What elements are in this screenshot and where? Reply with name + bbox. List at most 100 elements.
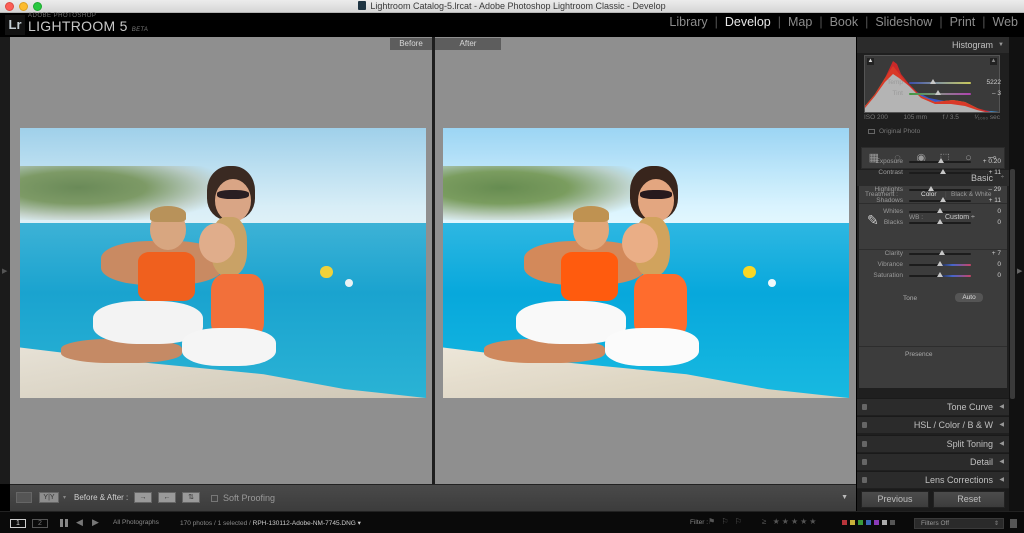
copy-before-to-after-button[interactable]: →: [134, 492, 152, 503]
color-label-swatch[interactable]: [874, 520, 879, 525]
filter-lock-icon[interactable]: [1010, 519, 1017, 528]
color-label-swatch[interactable]: [842, 520, 847, 525]
grid-view-icon[interactable]: [60, 519, 68, 527]
tint-slider-thumb[interactable]: [935, 90, 942, 95]
filters-dropdown[interactable]: Filters Off ⇕: [914, 518, 1004, 529]
original-photo-toggle[interactable]: Original Photo: [868, 128, 920, 135]
temp-value[interactable]: 5222: [977, 79, 1001, 86]
panel-split-toning[interactable]: Split Toning ◀: [857, 434, 1009, 452]
temp-slider-thumb[interactable]: [929, 79, 936, 84]
wb-eyedropper-icon[interactable]: ✎: [867, 212, 883, 228]
shadows-value[interactable]: + 11: [977, 197, 1001, 204]
right-panel-edge[interactable]: ▶: [1016, 37, 1024, 511]
module-develop[interactable]: Develop: [725, 15, 771, 29]
clarity-slider-thumb[interactable]: [938, 250, 945, 255]
expand-icon[interactable]: ◀: [999, 436, 1004, 452]
filmstrip-source[interactable]: All Photographs: [113, 519, 159, 526]
exposure-slider[interactable]: [909, 158, 971, 163]
blacks-slider[interactable]: [909, 219, 971, 224]
original-photo-checkbox[interactable]: [868, 129, 875, 134]
exposure-slider-thumb[interactable]: [938, 158, 945, 163]
panel-toggle-switch[interactable]: [862, 458, 867, 465]
selected-filename[interactable]: RPH-130112-Adobe-NM-7745.DNG ▾: [253, 520, 361, 527]
module-library[interactable]: Library: [669, 15, 707, 29]
before-after-view-button[interactable]: Y|Y: [39, 492, 59, 503]
panel-toggle-switch[interactable]: [862, 477, 867, 484]
clarity-slider[interactable]: [909, 250, 971, 255]
toolbar-menu-icon[interactable]: ▼: [841, 494, 848, 501]
previous-button[interactable]: Previous: [861, 491, 929, 508]
module-print[interactable]: Print: [950, 15, 976, 29]
expand-icon[interactable]: ◀: [999, 454, 1004, 470]
contrast-slider-thumb[interactable]: [940, 169, 947, 174]
saturation-value[interactable]: 0: [977, 272, 1001, 279]
flag-filter-icons[interactable]: ⚑ ⚐ ⚐: [708, 517, 744, 526]
left-panel-collapsed[interactable]: ▶: [0, 37, 10, 484]
color-label-swatch[interactable]: [890, 520, 895, 525]
main-window-button[interactable]: 1: [10, 519, 26, 528]
expand-left-panel-icon[interactable]: ▶: [2, 267, 7, 275]
clarity-value[interactable]: + 7: [977, 250, 1001, 257]
contrast-slider[interactable]: [909, 169, 971, 174]
collapse-icon[interactable]: ▼: [998, 37, 1004, 53]
reset-button[interactable]: Reset: [933, 491, 1005, 508]
expand-icon[interactable]: ◀: [999, 399, 1004, 415]
expand-icon[interactable]: ◀: [999, 472, 1004, 488]
blacks-value[interactable]: 0: [977, 219, 1001, 226]
right-panel-scrollbar[interactable]: [1009, 37, 1016, 511]
exposure-value[interactable]: + 0.20: [977, 158, 1001, 165]
treatment-color-option[interactable]: Color: [921, 191, 937, 198]
loupe-view-button[interactable]: [16, 492, 32, 503]
saturation-slider-thumb[interactable]: [937, 272, 943, 277]
after-photo[interactable]: [443, 128, 849, 398]
panel-hsl-color-b-w[interactable]: HSL / Color / B & W ◀: [857, 416, 1009, 434]
highlights-slider[interactable]: [909, 186, 971, 191]
module-web[interactable]: Web: [993, 15, 1018, 29]
histogram-header[interactable]: Histogram ▼: [857, 37, 1009, 53]
whites-value[interactable]: 0: [977, 208, 1001, 215]
tint-value[interactable]: – 3: [977, 90, 1001, 97]
panel-toggle-switch[interactable]: [862, 422, 867, 429]
blacks-slider-thumb[interactable]: [937, 219, 943, 224]
before-photo[interactable]: [20, 128, 426, 398]
star-rating-filter[interactable]: ≥ ★★★★★: [762, 517, 818, 526]
panel-lens-corrections[interactable]: Lens Corrections ◀: [857, 471, 1009, 489]
auto-tone-button[interactable]: Auto: [955, 293, 983, 302]
contrast-value[interactable]: + 11: [977, 169, 1001, 176]
shadows-slider-thumb[interactable]: [940, 197, 947, 202]
color-label-swatch[interactable]: [882, 520, 887, 525]
soft-proofing-checkbox[interactable]: [211, 495, 218, 502]
module-book[interactable]: Book: [830, 15, 859, 29]
color-label-swatch[interactable]: [866, 520, 871, 525]
highlights-value[interactable]: – 29: [977, 186, 1001, 193]
scrollbar-thumb[interactable]: [1010, 169, 1015, 399]
collapse-right-panel-icon[interactable]: ▶: [1017, 267, 1022, 275]
back-arrow-icon[interactable]: ◀: [76, 517, 83, 528]
tint-slider[interactable]: [909, 90, 971, 95]
vibrance-value[interactable]: 0: [977, 261, 1001, 268]
color-label-swatch[interactable]: [850, 520, 855, 525]
shadows-slider[interactable]: [909, 197, 971, 202]
panel-tone-curve[interactable]: Tone Curve ◀: [857, 398, 1009, 415]
highlights-slider-thumb[interactable]: [928, 186, 935, 191]
saturation-slider[interactable]: [909, 272, 971, 277]
filmstrip-count[interactable]: 170 photos / 1 selected / RPH-130112-Ado…: [180, 519, 361, 527]
soft-proofing-label[interactable]: Soft Proofing: [223, 493, 275, 503]
temp-slider[interactable]: [909, 79, 971, 84]
panel-detail[interactable]: Detail ◀: [857, 452, 1009, 470]
highlight-clipping-icon[interactable]: ▲: [990, 58, 997, 65]
secondary-window-button[interactable]: 2: [32, 519, 48, 528]
vibrance-slider-thumb[interactable]: [937, 261, 943, 266]
color-label-swatch[interactable]: [858, 520, 863, 525]
panel-menu-icon[interactable]: ÷: [1001, 170, 1004, 186]
swap-before-after-button[interactable]: ⇅: [182, 492, 200, 503]
view-mode-dropdown-icon[interactable]: ▾: [63, 494, 66, 501]
whites-slider[interactable]: [909, 208, 971, 213]
wb-preset-dropdown[interactable]: Custom ÷: [945, 214, 975, 221]
panel-toggle-switch[interactable]: [862, 404, 867, 410]
module-slideshow[interactable]: Slideshow: [875, 15, 932, 29]
copy-after-to-before-button[interactable]: ←: [158, 492, 176, 503]
panel-toggle-switch[interactable]: [862, 440, 867, 447]
expand-icon[interactable]: ◀: [999, 417, 1004, 433]
module-map[interactable]: Map: [788, 15, 812, 29]
